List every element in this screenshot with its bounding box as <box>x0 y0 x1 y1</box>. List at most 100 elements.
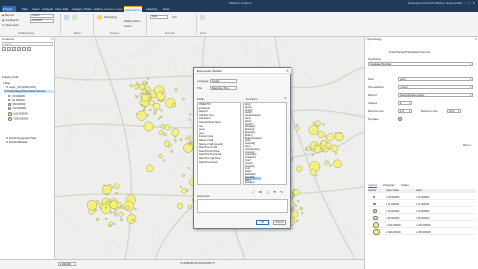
table-row[interactable]: ≤ 10.000000 ≤ 10.000000 <box>368 194 476 200</box>
label-cell[interactable]: ≤ 11.000000 <box>416 203 429 206</box>
close-icon[interactable]: ✕ <box>286 68 289 74</box>
call-point-symbol[interactable] <box>324 160 329 165</box>
call-point-symbol[interactable] <box>185 137 188 140</box>
display-filters-button[interactable]: Display Filters <box>124 20 140 23</box>
call-point-symbol[interactable] <box>143 121 154 132</box>
call-point-symbol[interactable] <box>334 132 337 135</box>
tree-item-layer[interactable]: ☑ Layer_CIS (2009-2017) <box>6 86 36 89</box>
call-point-symbol[interactable] <box>295 165 303 173</box>
call-point-symbol[interactable] <box>182 97 185 101</box>
label-cell[interactable]: ≤ 30.000000 <box>416 210 429 213</box>
close-icon[interactable]: ✕ <box>474 37 477 42</box>
list-by-snapping-icon[interactable] <box>22 47 26 51</box>
upper-value-cell[interactable]: ≤ 300.000000 <box>386 231 401 234</box>
tree-item-hillshade[interactable]: ☑ World Hillshade <box>6 141 27 144</box>
call-point-symbol[interactable] <box>125 205 130 210</box>
call-point-symbol[interactable] <box>171 128 180 137</box>
call-point-symbol[interactable] <box>120 218 124 221</box>
call-point-symbol[interactable] <box>162 159 165 162</box>
history-icon[interactable]: ⟲ <box>272 190 277 195</box>
language-select[interactable]: Arcade <box>210 79 237 83</box>
more-menu[interactable]: More ▾ <box>463 144 471 147</box>
map-scale-select[interactable]: 1:200,000 <box>58 262 76 266</box>
call-point-symbol[interactable] <box>179 138 183 141</box>
field-item[interactable]: Date/Time Call Close <box>199 158 221 161</box>
call-point-symbol[interactable] <box>160 124 166 129</box>
call-point-symbol[interactable] <box>187 167 190 170</box>
call-point-symbol[interactable] <box>310 169 317 176</box>
tab-scales[interactable]: Scales <box>401 184 409 187</box>
in-beyond-option[interactable]: ◉ Out Beyond <box>2 19 19 22</box>
call-point-symbol[interactable] <box>102 185 112 195</box>
tree-item-map[interactable]: ▾ Map <box>3 82 10 85</box>
call-point-symbol[interactable] <box>174 88 178 92</box>
field-select[interactable]: geom <box>398 77 473 82</box>
call-point-symbol[interactable] <box>109 200 119 209</box>
call-point-symbol[interactable] <box>189 113 192 116</box>
template-symbol-icon[interactable] <box>398 117 402 121</box>
call-point-symbol[interactable] <box>188 118 191 121</box>
call-point-symbol[interactable] <box>134 208 137 210</box>
settings-icon[interactable]: ⚙ <box>258 190 263 195</box>
extrusion-type-select[interactable]: None <box>150 15 168 19</box>
call-point-symbol[interactable] <box>312 122 315 125</box>
tree-item-selected-layer[interactable]: ☑ PublicSafetyPhilaCallsForService <box>4 90 54 93</box>
call-point-symbol[interactable] <box>126 214 137 224</box>
call-point-symbol[interactable] <box>163 132 167 137</box>
call-point-symbol[interactable] <box>322 149 325 152</box>
call-point-symbol[interactable] <box>136 96 139 99</box>
call-point-symbol[interactable] <box>153 112 156 115</box>
functions-list[interactable]: Abs() Acos() Angle() Area() AreaGeodetic() As… <box>243 102 287 185</box>
call-point-symbol[interactable] <box>294 204 297 207</box>
edit-icon[interactable]: ✎ <box>279 190 284 195</box>
call-point-symbol[interactable] <box>156 91 166 101</box>
upper-value-cell[interactable]: ≤ 10.000000 <box>386 196 399 199</box>
call-point-symbol[interactable] <box>157 117 160 120</box>
field-item[interactable]: Nature of Call <box>199 140 213 143</box>
call-point-symbol[interactable] <box>118 211 124 217</box>
call-point-symbol[interactable] <box>147 77 150 80</box>
call-point-symbol[interactable] <box>158 154 163 159</box>
upper-value-cell[interactable]: ≤ 100.000000 <box>386 224 401 227</box>
call-point-symbol[interactable] <box>296 123 299 126</box>
call-point-symbol[interactable] <box>114 213 118 217</box>
clear-limits-button[interactable]: ☐ Clear Limits <box>2 24 19 27</box>
call-point-symbol[interactable] <box>181 173 185 177</box>
expression-input[interactable] <box>197 199 288 213</box>
call-point-symbol[interactable] <box>315 174 318 177</box>
list-by-drawing-order-icon[interactable] <box>2 47 6 51</box>
call-point-symbol[interactable] <box>142 108 146 112</box>
field-item[interactable]: Date/Time Of Call <box>199 147 217 150</box>
classes-select[interactable]: 6 <box>398 101 412 106</box>
call-point-symbol[interactable] <box>164 124 171 131</box>
min-size-input[interactable]: 4 pt <box>398 109 412 114</box>
expression-icon[interactable]: △ <box>265 190 270 195</box>
call-point-symbol[interactable] <box>153 110 157 114</box>
field-item[interactable]: OBJECTID <box>199 104 210 107</box>
call-point-symbol[interactable] <box>140 103 144 107</box>
call-point-symbol[interactable] <box>107 199 111 203</box>
call-point-symbol[interactable] <box>306 146 311 151</box>
call-point-symbol[interactable] <box>161 92 164 95</box>
call-point-symbol[interactable] <box>139 83 146 90</box>
call-point-symbol[interactable] <box>159 115 163 119</box>
call-point-symbol[interactable] <box>188 143 190 145</box>
call-point-symbol[interactable] <box>181 188 187 194</box>
call-point-symbol[interactable] <box>171 103 176 107</box>
ok-button[interactable]: OK <box>256 220 269 225</box>
call-point-symbol[interactable] <box>320 140 328 147</box>
call-point-symbol[interactable] <box>299 207 303 211</box>
call-point-symbol[interactable] <box>149 108 152 112</box>
call-point-symbol[interactable] <box>94 208 98 212</box>
field-item[interactable]: Date/Time First Arrivd <box>199 154 221 157</box>
list-by-editing-icon[interactable] <box>17 47 21 51</box>
class-symbol-icon[interactable] <box>373 202 376 206</box>
call-point-symbol[interactable] <box>167 143 172 148</box>
cancel-button[interactable]: Cancel <box>273 220 286 225</box>
symbology-button[interactable]: Symbology <box>104 16 117 19</box>
call-point-symbol[interactable] <box>105 193 108 196</box>
call-point-symbol[interactable] <box>135 82 140 86</box>
call-point-symbol[interactable] <box>173 139 177 142</box>
call-point-symbol[interactable] <box>113 210 117 215</box>
call-point-symbol[interactable] <box>105 206 107 209</box>
